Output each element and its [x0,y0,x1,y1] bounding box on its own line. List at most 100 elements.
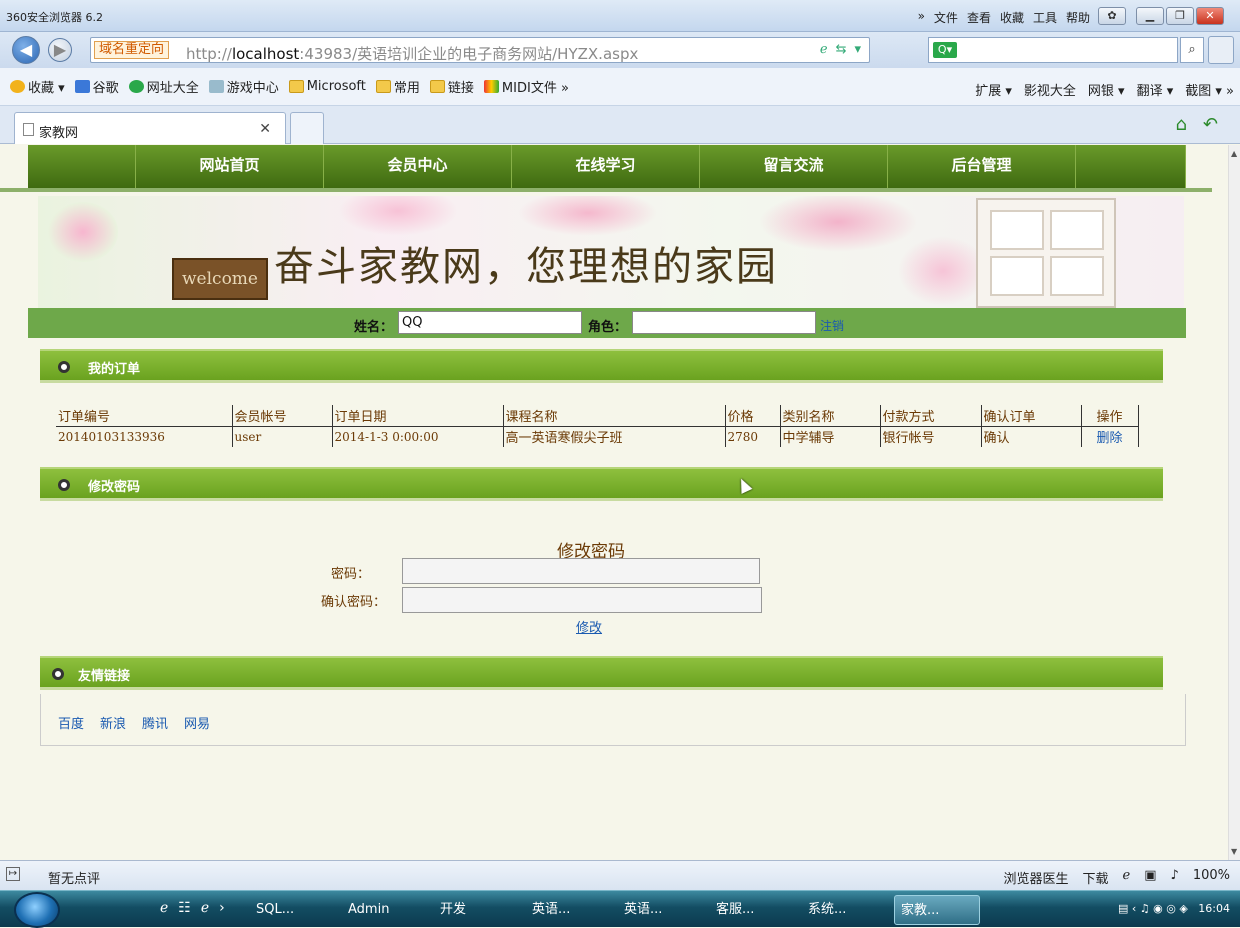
bullet-icon [52,668,64,680]
translate-button[interactable]: 翻译 ▾ [1137,80,1174,99]
extensions-button[interactable]: 扩展 ▾ [975,80,1012,99]
download-button[interactable]: 下载 [1083,868,1109,887]
tray-icons[interactable]: ▤ ‹ ♫ ◉ ◎ ◈ [1118,902,1195,915]
logout-link[interactable]: 注销 [820,317,844,334]
gamepad-icon [208,80,224,93]
redirect-badge[interactable]: 域名重定向 [94,41,170,59]
orders-title: 我的订单 [88,362,141,377]
speed-icon[interactable]: ⇆ [836,42,847,57]
screenshot-button[interactable]: 截图 ▾ » [1185,80,1234,99]
fav-games[interactable]: 游戏中心 [208,77,279,96]
folder-icon [288,80,304,93]
nav-home[interactable]: 网站首页 [136,145,324,188]
vertical-scrollbar[interactable]: ▲ ▼ [1228,145,1240,860]
fav-midi[interactable]: MIDI文件 » [483,77,569,96]
menu-help[interactable]: 帮助 [1066,9,1090,26]
banner-title: 奋斗家教网，您理想的家园 [274,244,778,290]
change-password-link[interactable]: 修改 [576,617,602,636]
bank-button[interactable]: 网银 ▾ [1088,80,1125,99]
delete-order-link[interactable]: 删除 [1096,431,1122,446]
bullet-icon [58,479,70,491]
system-tray: ▤ ‹ ♫ ◉ ◎ ◈ 16:04 [1118,902,1230,915]
password-field[interactable] [402,558,760,584]
status-right-tools: 浏览器医生 下载 ℯ ▣ ♪ 100% [1004,868,1231,887]
favorites-bar: 收藏 ▾ 谷歌 网址大全 游戏中心 Microsoft 常用 链接 MIDI文件… [0,68,1240,106]
search-input[interactable]: Q▾ [928,37,1178,63]
back-button[interactable]: ◀ [12,36,40,64]
close-window-button[interactable]: ✕ [1196,7,1224,25]
forward-button[interactable]: ▶ [48,38,72,62]
home-icon[interactable]: ⌂ [1175,114,1186,135]
browser-quick-icon[interactable]: ℯ [201,900,209,916]
scroll-up-icon[interactable]: ▲ [1231,149,1237,158]
fav-microsoft[interactable]: Microsoft [288,79,366,94]
task-english-1[interactable]: 英语... [526,895,610,925]
rating-status[interactable]: 暂无点评 [48,868,100,887]
site-nav: 网站首页 会员中心 在线学习 留言交流 后台管理 [28,145,1186,188]
task-sql[interactable]: SQL... [250,895,334,925]
nav-member-center[interactable]: 会员中心 [324,145,512,188]
sidebar-toggle-icon[interactable]: ↦ [6,867,20,881]
start-button[interactable] [14,892,60,928]
expand-icon[interactable]: › [219,900,225,916]
task-dev[interactable]: 开发 [434,895,518,925]
col-category: 类别名称 [780,405,881,427]
undo-close-icon[interactable]: ↶ [1203,114,1218,135]
window-icon[interactable]: ▣ [1144,868,1156,887]
nav-messages[interactable]: 留言交流 [700,145,888,188]
link-tencent[interactable]: 腾讯 [142,713,168,732]
nav-online-learning[interactable]: 在线学习 [512,145,700,188]
nav-spacer [1076,145,1186,188]
ie-icon[interactable]: ℯ [1123,868,1131,887]
name-field[interactable] [398,311,582,334]
task-jiajiao[interactable]: 家教... [894,895,980,925]
nav-admin[interactable]: 后台管理 [888,145,1076,188]
menu-view[interactable]: 查看 [967,9,991,26]
skin-icon[interactable]: ✿ [1098,7,1126,25]
fav-collect[interactable]: 收藏 ▾ [10,77,65,96]
tab-jiajiao[interactable]: 家教网 ✕ [14,112,286,144]
task-admin[interactable]: Admin [342,895,426,925]
search-engine-icon[interactable]: Q▾ [933,42,957,58]
scroll-down-icon[interactable]: ▼ [1231,847,1237,856]
task-english-2[interactable]: 英语... [618,895,702,925]
table-header-row: 订单编号 会员帐号 订单日期 课程名称 价格 类别名称 付款方式 确认订单 操作 [56,405,1139,427]
link-sina[interactable]: 新浪 [100,713,126,732]
confirm-password-label: 确认密码： [320,595,386,610]
menu-favorites[interactable]: 收藏 [1000,9,1024,26]
menu-file[interactable]: 文件 [934,9,958,26]
user-avatar-icon[interactable] [1208,36,1234,64]
fav-hao[interactable]: 网址大全 [128,77,199,96]
fav-google[interactable]: 谷歌 [74,77,119,96]
menu-more[interactable]: » [918,9,925,26]
clock[interactable]: 16:04 [1198,902,1230,915]
task-service[interactable]: 客服... [710,895,794,925]
folder-icon [375,80,391,93]
link-baidu[interactable]: 百度 [58,713,84,732]
new-tab-button[interactable] [290,112,324,144]
zoom-level[interactable]: 100% [1193,868,1230,887]
fav-common[interactable]: 常用 [375,77,420,96]
browser-doctor-button[interactable]: 浏览器医生 [1004,868,1069,887]
link-netease[interactable]: 网易 [184,713,210,732]
video-button[interactable]: 影视大全 [1024,80,1076,99]
confirm-password-field[interactable] [402,587,762,613]
url-icons: ℯ ⇆ ▾ [820,42,861,57]
menu-tools[interactable]: 工具 [1033,9,1057,26]
dropdown-icon[interactable]: ▾ [854,42,861,57]
role-field[interactable] [632,311,816,334]
ie-quick-icon[interactable]: ℯ [160,900,168,916]
status-bar: ↦ 暂无点评 浏览器医生 下载 ℯ ▣ ♪ 100% [0,860,1240,890]
sound-icon[interactable]: ♪ [1171,868,1179,887]
switch-windows-icon[interactable]: ☷ [178,900,191,916]
minimize-button[interactable]: ▁ [1136,7,1164,25]
task-system[interactable]: 系统... [802,895,886,925]
col-course: 课程名称 [503,405,726,427]
search-icon[interactable]: ⌕ [1180,37,1204,63]
maximize-button[interactable]: ❐ [1166,7,1194,25]
fav-links[interactable]: 链接 [429,77,474,96]
nav-divider [0,188,1212,192]
close-tab-icon[interactable]: ✕ [259,121,271,137]
url-field[interactable]: 域名重定向 http://localhost:43983/英语培训企业的电子商务… [90,37,870,63]
ie-mode-icon[interactable]: ℯ [820,42,828,57]
